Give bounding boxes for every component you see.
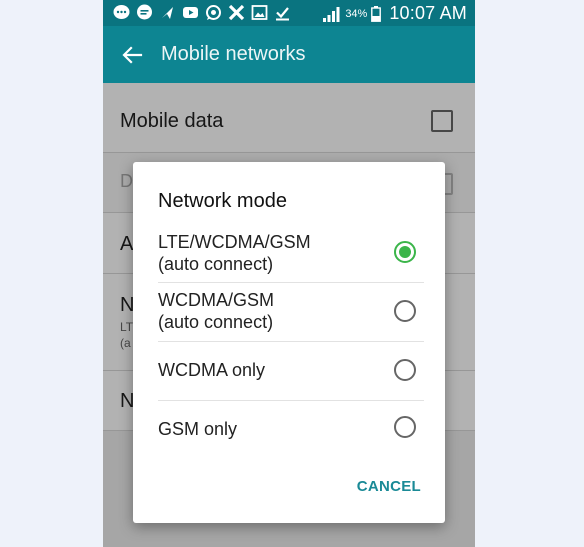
youtube-icon xyxy=(183,7,198,18)
phone-screen: 34% 10:07 AM Mobile networks Mobile data… xyxy=(103,0,475,547)
gallery-icon xyxy=(251,5,268,20)
option-label: LTE/WCDMA/GSM xyxy=(158,232,311,252)
option-lte-wcdma-gsm[interactable]: LTE/WCDMA/GSM (auto connect) xyxy=(158,224,424,283)
network-mode-dialog: Network mode LTE/WCDMA/GSM (auto connect… xyxy=(133,162,445,523)
option-label: WCDMA only xyxy=(158,360,266,380)
chat-icon xyxy=(137,4,152,20)
notification-icons xyxy=(113,4,291,21)
option-wcdma-only[interactable]: WCDMA only xyxy=(158,342,424,401)
status-right: 34% 10:07 AM xyxy=(323,3,467,24)
radio-unselected[interactable] xyxy=(394,416,416,438)
option-gsm-only[interactable]: GSM only xyxy=(158,401,424,459)
action-bar: Mobile networks xyxy=(103,26,475,83)
navigation-icon xyxy=(162,7,173,19)
messenger-icon xyxy=(113,5,130,19)
option-label: WCDMA/GSM xyxy=(158,290,274,310)
option-sublabel: (auto connect) xyxy=(158,312,274,332)
option-sublabel: (auto connect) xyxy=(158,254,274,274)
signal-icon xyxy=(323,6,340,22)
page-title: Mobile networks xyxy=(161,43,306,65)
battery-icon xyxy=(371,5,382,22)
battery-percent: 34% xyxy=(345,7,368,20)
x-icon xyxy=(228,4,245,21)
dialog-title: Network mode xyxy=(158,190,287,212)
radio-unselected[interactable] xyxy=(394,359,416,381)
status-bar: 34% 10:07 AM xyxy=(103,0,475,26)
clock: 10:07 AM xyxy=(389,3,467,23)
whatsapp-icon xyxy=(206,5,221,20)
option-label: GSM only xyxy=(158,419,238,439)
radio-unselected[interactable] xyxy=(394,300,416,322)
radio-selected[interactable] xyxy=(394,241,416,263)
download-icon xyxy=(276,7,289,21)
back-arrow-icon[interactable] xyxy=(121,44,143,66)
option-wcdma-gsm[interactable]: WCDMA/GSM (auto connect) xyxy=(158,283,424,342)
cancel-button[interactable]: CANCEL xyxy=(357,478,421,495)
